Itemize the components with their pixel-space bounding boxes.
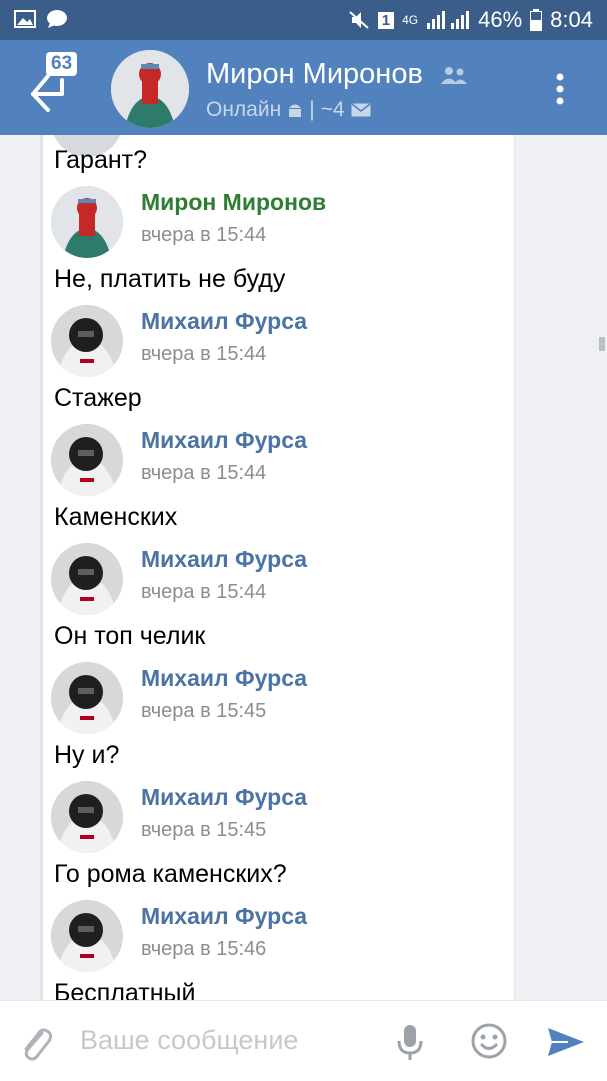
author-name[interactable]: Михаил Фурса [141,665,307,692]
avatar[interactable] [111,50,189,128]
chat-header: 63 Мирон Миронов Онлайн | ~4 [0,40,607,135]
message-header: Михаил Фурса вчера в 15:44 [51,424,501,498]
author-name[interactable]: Михаил Фурса [141,784,307,811]
avatar[interactable] [51,662,123,734]
message-header: Мирон Миронов вчера в 15:44 [51,186,501,260]
avatar[interactable] [51,424,123,496]
message-text: Он топ челик [54,622,206,650]
chat-title: Мирон Миронов [206,58,423,90]
smile-icon[interactable] [471,1023,507,1059]
separator: | [309,98,315,121]
author-name[interactable]: Мирон Миронов [141,189,326,216]
microphone-icon[interactable] [396,1023,424,1061]
online-status: Онлайн [206,98,282,121]
avatar[interactable] [51,781,123,853]
avatar[interactable] [51,305,123,377]
scrollbar[interactable] [599,337,605,351]
message-text: Гарант? [54,146,148,174]
message-text: Каменских [54,503,178,531]
clock: 8:04 [550,7,593,32]
author-name[interactable]: Михаил Фурса [141,903,307,930]
battery-icon [530,9,543,31]
avatar[interactable] [51,543,123,615]
author-name[interactable]: Михаил Фурса [141,308,307,335]
signal-icon [427,11,470,29]
message-text: Не, платить не буду [54,265,286,293]
message-input[interactable]: Ваше сообщение [80,1025,298,1056]
author-name[interactable]: Михаил Фурса [141,546,307,573]
page-title[interactable]: Мирон Миронов [206,58,469,91]
message-header: Михаил Фурса вчера в 15:44 [51,543,501,617]
message-header: Михаил Фурса вчера в 15:44 [51,305,501,379]
message-list[interactable]: Гарант? Мирон Миронов вчера в 15:44 Не, … [40,135,515,1000]
more-icon[interactable] [553,72,567,106]
timestamp: вчера в 15:44 [141,462,267,484]
message-text: Ну и? [54,741,120,769]
message-header: Михаил Фурса вчера в 15:45 [51,662,501,736]
chat-subtitle: Онлайн | ~4 [206,98,371,122]
author-name[interactable]: Михаил Фурса [141,427,307,454]
timestamp: вчера в 15:45 [141,819,267,841]
status-bar: 1 4G 46% 8:04 [0,0,607,40]
message-header: Михаил Фурса вчера в 15:45 [51,781,501,855]
message-text: Бесплатный [54,979,196,1000]
avatar[interactable] [51,186,123,258]
timestamp: вчера в 15:46 [141,938,267,960]
android-icon [289,104,302,117]
avatar[interactable] [51,900,123,972]
message-text: Стажер [54,384,142,412]
unread-badge[interactable]: 63 [46,52,78,76]
message-composer: Ваше сообщение [0,1000,607,1081]
battery-percent: 46% [478,7,523,32]
mail-icon [351,103,371,117]
timestamp: вчера в 15:45 [141,700,267,722]
gallery-icon [14,10,36,28]
sim-indicator: 1 [377,11,395,29]
message-icon [47,10,67,28]
timestamp: вчера в 15:44 [141,581,267,603]
member-count: ~4 [320,98,345,121]
timestamp: вчера в 15:44 [141,224,267,246]
send-icon[interactable] [546,1026,586,1058]
message-text: Го рома каменских? [54,860,287,888]
message-header: Михаил Фурса вчера в 15:46 [51,900,501,974]
attach-icon[interactable] [18,1023,54,1063]
timestamp: вчера в 15:44 [141,343,267,365]
group-icon [440,67,467,85]
mute-icon [349,11,369,29]
network-type: 4G [402,13,419,27]
